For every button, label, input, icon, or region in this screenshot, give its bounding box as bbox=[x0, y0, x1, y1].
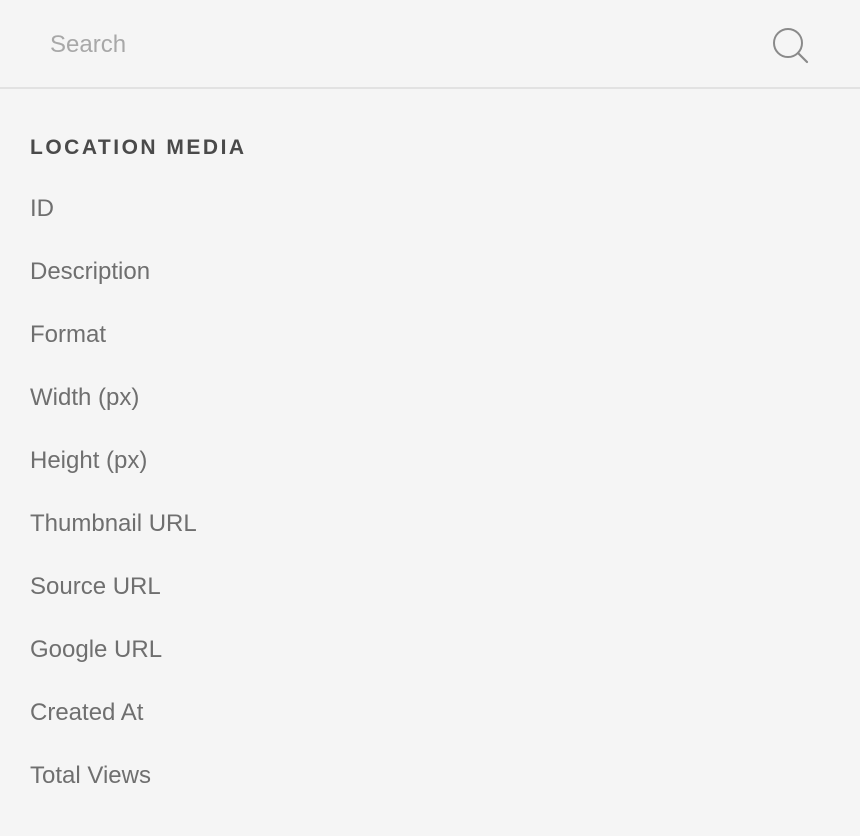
field-item-description[interactable]: Description bbox=[30, 242, 860, 305]
field-label: Description bbox=[30, 258, 151, 285]
field-label: Thumbnail URL bbox=[30, 510, 197, 537]
field-item-height[interactable]: Height (px) bbox=[30, 431, 860, 494]
search-icon[interactable] bbox=[770, 25, 810, 65]
field-label: Height (px) bbox=[30, 447, 148, 474]
section-title: LOCATION MEDIA bbox=[30, 136, 247, 159]
location-media-section: LOCATION MEDIA ID Description Format Wid… bbox=[30, 130, 860, 809]
field-item-total-views[interactable]: Total Views bbox=[30, 746, 860, 809]
field-item-width[interactable]: Width (px) bbox=[30, 368, 860, 431]
field-item-created-at[interactable]: Created At bbox=[30, 683, 860, 746]
field-label: Source URL bbox=[30, 573, 161, 600]
field-label: Format bbox=[30, 321, 107, 348]
field-label: Width (px) bbox=[30, 384, 140, 411]
field-label: Total Views bbox=[30, 762, 151, 789]
search-bar bbox=[0, 0, 860, 89]
field-item-format[interactable]: Format bbox=[30, 305, 860, 368]
field-picker-panel: LOCATION MEDIA ID Description Format Wid… bbox=[0, 0, 860, 836]
search-input[interactable] bbox=[50, 27, 730, 63]
field-label: ID bbox=[30, 195, 54, 222]
field-item-google-url[interactable]: Google URL bbox=[30, 620, 860, 683]
field-item-thumbnail-url[interactable]: Thumbnail URL bbox=[30, 494, 860, 557]
field-label: Google URL bbox=[30, 636, 163, 663]
field-item-id[interactable]: ID bbox=[30, 179, 860, 242]
field-label: Created At bbox=[30, 699, 144, 726]
field-list: ID Description Format Width (px) Height … bbox=[30, 179, 860, 809]
field-item-source-url[interactable]: Source URL bbox=[30, 557, 860, 620]
